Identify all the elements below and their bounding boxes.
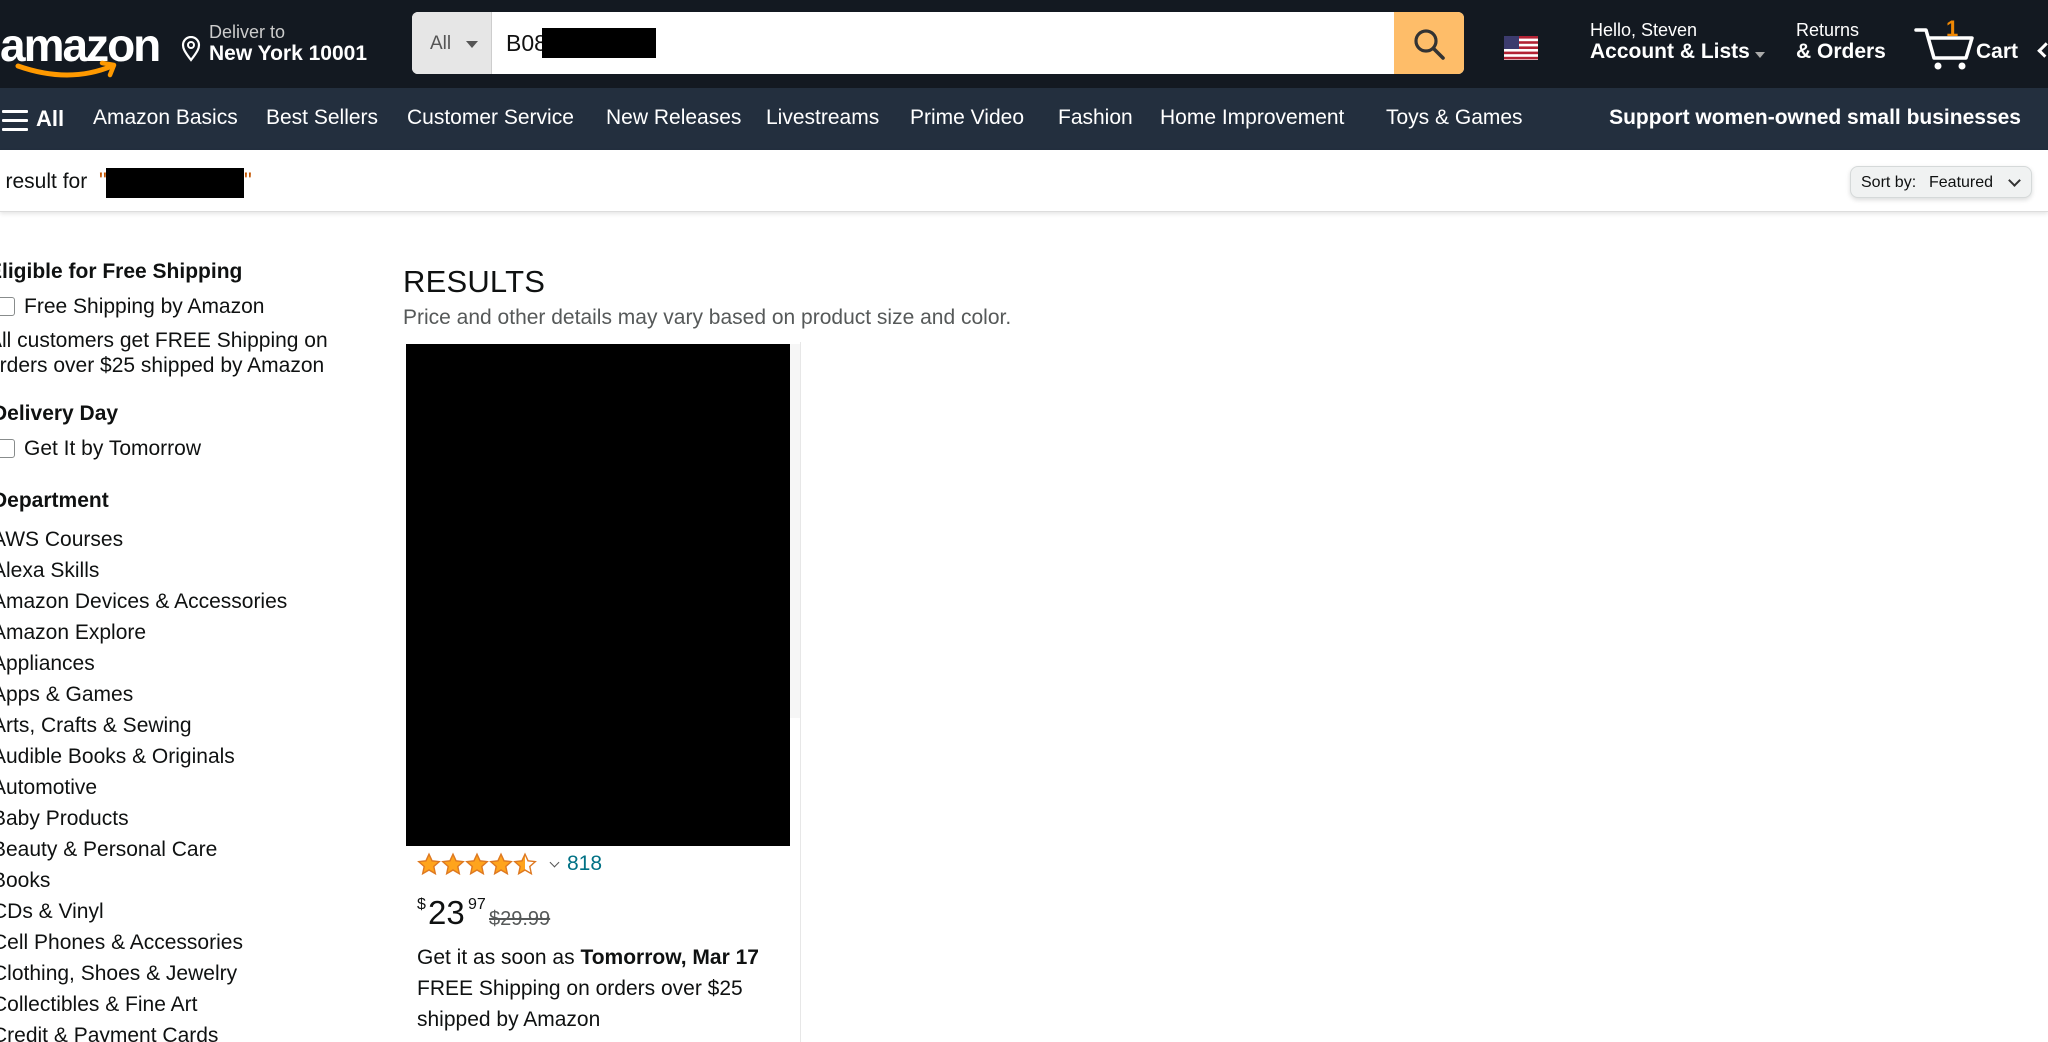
nav-item-fashion[interactable]: Fashion (1058, 106, 1133, 130)
caret-down-icon (1755, 52, 1765, 58)
account-greeting: Hello, Steven (1590, 20, 1698, 40)
checkbox[interactable] (0, 297, 15, 316)
nav-item-new-releases[interactable]: New Releases (606, 106, 741, 130)
caret-down-icon (466, 41, 478, 48)
department-item[interactable]: Audible Books & Originals (0, 745, 235, 769)
results-heading: RESULTS (403, 264, 546, 299)
price-fraction: 97 (468, 896, 486, 913)
search-bar: All (412, 12, 1464, 74)
delivery-info: Get it as soon as Tomorrow, Mar 17 FREE … (417, 942, 797, 1035)
price-whole: 23 (428, 894, 465, 931)
department-item[interactable]: Cell Phones & Accessories (0, 931, 243, 955)
star-icon (417, 852, 441, 876)
department-item[interactable]: Books (0, 869, 50, 893)
amazon-logo[interactable]: amazon (0, 14, 161, 78)
redacted-query (106, 168, 244, 198)
orders-label: & Orders (1796, 40, 1886, 63)
star-icon (465, 852, 489, 876)
department-item[interactable]: Alexa Skills (0, 559, 99, 583)
promo-link[interactable]: Support women-owned small businesses (1609, 106, 2021, 130)
nav-item-toys-games[interactable]: Toys & Games (1386, 106, 1523, 130)
star-icon (513, 852, 537, 876)
deliver-label: Deliver to (209, 22, 286, 42)
card-shadow (790, 344, 800, 718)
search-category-label: All (430, 33, 452, 54)
returns-label: Returns (1796, 20, 1860, 40)
list-price: $29.99 (489, 908, 551, 930)
account-lists-label: Account & Lists (1590, 40, 1750, 63)
cart-button[interactable]: 1 Cart (1914, 14, 2048, 74)
department-item[interactable]: Credit & Payment Cards (0, 1024, 218, 1042)
location-pin-icon (181, 36, 201, 62)
results-subheading: Price and other details may vary based o… (403, 306, 1012, 329)
results-info-bar: 1 result for " " Sort by: Featured (0, 150, 2048, 212)
department-item[interactable]: Clothing, Shoes & Jewelry (0, 962, 237, 986)
nav-item-livestreams[interactable]: Livestreams (766, 106, 879, 130)
nav-item-best-sellers[interactable]: Best Sellers (266, 106, 378, 130)
price-symbol: $ (417, 896, 426, 913)
department-item[interactable]: Baby Products (0, 807, 129, 831)
nav-item-customer-service[interactable]: Customer Service (407, 106, 574, 130)
hamburger-icon (2, 110, 28, 131)
search-category-dropdown[interactable]: All (412, 12, 492, 74)
product-image[interactable] (406, 344, 790, 846)
result-count-text: 1 result for (0, 170, 88, 193)
department-item[interactable]: Arts, Crafts & Sewing (0, 714, 192, 738)
product-card: 818 $ 23 97 $29.99 Get it as soon as Tom… (403, 342, 801, 1042)
department-item[interactable]: Amazon Devices & Accessories (0, 590, 287, 614)
department-item[interactable]: AWS Courses (0, 528, 123, 552)
cart-count: 1 (1946, 16, 1959, 41)
cart-label: Cart (1976, 40, 2019, 63)
logo-smile-icon (15, 60, 117, 78)
chevron-left-icon (2037, 42, 2048, 58)
secondary-nav: All Amazon Basics Best Sellers Customer … (0, 88, 2048, 150)
nav-item-amazon-basics[interactable]: Amazon Basics (93, 106, 238, 130)
all-menu-label: All (36, 106, 65, 131)
deliver-location: New York 10001 (209, 42, 367, 65)
chevron-down-icon (549, 857, 560, 868)
returns-orders-link[interactable]: Returns & Orders (1796, 20, 1906, 72)
delivery-prefix: Get it as soon as (417, 946, 575, 969)
shipping-heading: Eligible for Free Shipping (0, 260, 243, 283)
sort-value: Featured (1929, 174, 1994, 191)
star-icon (441, 852, 465, 876)
query-quote-close: " (244, 168, 252, 193)
chevron-down-icon (2008, 174, 2021, 187)
us-flag-icon[interactable] (1504, 36, 1538, 60)
department-item[interactable]: Collectibles & Fine Art (0, 993, 197, 1017)
search-button[interactable] (1394, 12, 1464, 74)
sort-key: Sort by: (1861, 174, 1917, 191)
nav-item-home-improvement[interactable]: Home Improvement (1160, 106, 1344, 130)
free-shipping-note: All customers get FREE Shipping on order… (0, 329, 328, 377)
department-item[interactable]: Apps & Games (0, 683, 133, 707)
department-item[interactable]: Beauty & Personal Care (0, 838, 217, 862)
star-icon (489, 852, 513, 876)
department-item[interactable]: Automotive (0, 776, 97, 800)
shipping-note: FREE Shipping on orders over $25 shipped… (417, 977, 743, 1031)
cart-icon (1914, 28, 1974, 70)
sort-dropdown[interactable]: Sort by: Featured (1850, 166, 2032, 198)
rating-count[interactable]: 818 (567, 852, 602, 876)
department-heading: Department (0, 489, 109, 512)
top-nav: amazon Deliver to New York 10001 All B08… (0, 0, 2048, 88)
delivery-date: Tomorrow, Mar 17 (580, 946, 759, 969)
free-shipping-label: Free Shipping by Amazon (24, 295, 265, 318)
search-icon (1414, 29, 1445, 60)
department-item[interactable]: Appliances (0, 652, 95, 676)
department-item[interactable]: CDs & Vinyl (0, 900, 104, 924)
deliver-to[interactable]: Deliver to New York 10001 (180, 20, 390, 70)
tomorrow-label: Get It by Tomorrow (24, 437, 202, 460)
redacted-search-text (542, 28, 656, 58)
account-lists-menu[interactable]: Hello, Steven Account & Lists (1590, 20, 1770, 72)
delivery-heading: Delivery Day (0, 402, 119, 425)
nav-item-prime-video[interactable]: Prime Video (910, 106, 1024, 130)
checkbox[interactable] (0, 439, 15, 458)
department-item[interactable]: Amazon Explore (0, 621, 146, 645)
